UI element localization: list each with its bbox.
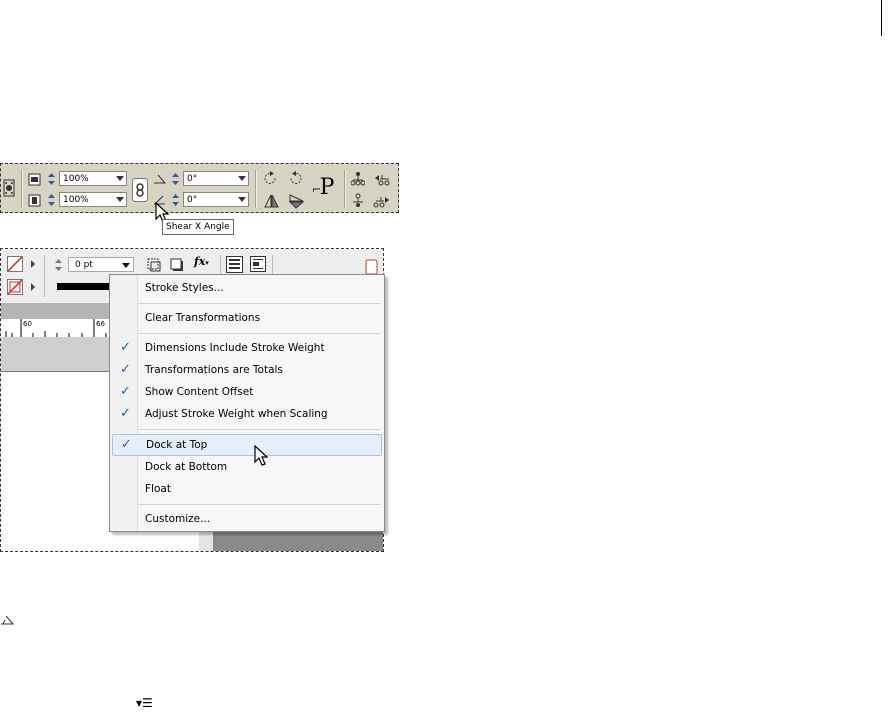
rotate-clockwise-icon[interactable] [263, 171, 278, 186]
shear-angle-stepper[interactable] [171, 193, 180, 207]
menu-item-float[interactable]: Float [110, 479, 384, 499]
checkmark-icon: ✓ [120, 362, 131, 377]
chevron-down-icon[interactable] [114, 193, 126, 206]
menu-item-label: Transformations are Totals [145, 364, 283, 376]
menu-item-label: Dock at Bottom [145, 461, 228, 473]
menu-item-adjust-stroke-weight-when-scaling[interactable]: ✓ Adjust Stroke Weight when Scaling [110, 404, 384, 424]
select-content-icon[interactable] [351, 193, 365, 208]
select-container-icon[interactable] [351, 171, 365, 186]
menu-item-dock-at-bottom[interactable]: Dock at Bottom [110, 457, 384, 477]
select-previous-object-icon[interactable] [373, 171, 391, 186]
text-wrap-icon[interactable] [226, 256, 243, 273]
checkmark-icon: ✓ [120, 340, 131, 355]
toolbar-separator [255, 170, 257, 208]
stroke-arrow-icon[interactable] [30, 283, 36, 291]
constrain-proportions-button[interactable] [132, 178, 148, 202]
paragraph-reference-icon[interactable]: ⌐ P [312, 174, 342, 202]
scale-x-icon [28, 173, 41, 186]
panel-menu-icon: ▾☰ [136, 696, 153, 710]
scale-x-field[interactable]: 100% [59, 171, 127, 186]
pasteboard-bottom [213, 531, 383, 551]
mouse-pointer-icon [254, 445, 269, 466]
flip-vertical-icon[interactable] [288, 193, 305, 209]
rotation-angle-icon [154, 174, 166, 184]
menu-item-dimensions-include-stroke-weight[interactable]: ✓ Dimensions Include Stroke Weight [110, 338, 384, 358]
chevron-down-icon[interactable] [114, 172, 126, 185]
rotation-angle-value: 0° [187, 174, 198, 184]
stroke-weight-field[interactable]: 0 pt [68, 257, 134, 272]
paragraph-icon-letter: P [319, 175, 335, 200]
checkmark-icon: ✓ [121, 437, 132, 452]
menu-item-stroke-styles[interactable]: Stroke Styles... [110, 278, 384, 298]
stroke-weight-value: 0 pt [75, 260, 93, 270]
menu-item-label: Customize... [145, 513, 211, 525]
ruler-label: 60 [23, 320, 32, 328]
menu-item-label: Float [145, 483, 171, 495]
toolbar-separator [344, 170, 346, 208]
scale-x-value: 100% [63, 174, 89, 184]
rotation-angle-field[interactable]: 0° [183, 171, 249, 186]
chevron-down-icon[interactable] [122, 263, 130, 268]
menu-separator [137, 303, 381, 304]
select-next-object-icon[interactable] [373, 193, 391, 208]
stroke-weight-stepper[interactable] [54, 258, 63, 272]
shear-angle-field[interactable]: 0° [183, 192, 249, 207]
menu-separator [137, 333, 381, 334]
scale-y-field[interactable]: 100% [59, 192, 127, 207]
panel-menu-icon[interactable] [358, 257, 378, 275]
text-frame-options-icon[interactable] [250, 256, 266, 272]
drop-shadow-icon[interactable] [170, 258, 184, 272]
rotation-angle-stepper[interactable] [171, 172, 180, 186]
fill-none-swatch-icon[interactable] [7, 256, 23, 272]
chevron-down-icon[interactable] [236, 172, 248, 185]
flip-horizontal-icon[interactable] [263, 193, 280, 209]
chain-link-icon [136, 183, 144, 197]
checkmark-icon: ✓ [120, 406, 131, 421]
menu-item-show-content-offset[interactable]: ✓ Show Content Offset [110, 382, 384, 402]
menu-item-label: Dock at Top [146, 439, 208, 451]
toolbar-separator [21, 170, 23, 208]
tooltip: Shear X Angle [162, 219, 234, 235]
scrollbar-track[interactable] [199, 529, 213, 551]
ruler-label: 66 [96, 320, 105, 328]
stroke-none-swatch-icon[interactable] [7, 279, 23, 295]
page-edge-line [881, 0, 882, 36]
scale-y-value: 100% [63, 195, 89, 205]
drop-shadow-frame-icon[interactable] [147, 258, 161, 272]
menu-item-customize[interactable]: Customize... [110, 509, 384, 529]
menu-separator [137, 429, 381, 430]
shear-angle-icon [1, 615, 14, 625]
reference-point-icon[interactable] [3, 178, 15, 198]
shear-angle-value: 0° [187, 195, 198, 205]
toolbar-separator [220, 255, 221, 275]
menu-item-label: Clear Transformations [145, 312, 261, 324]
scale-x-stepper[interactable] [47, 172, 56, 186]
menu-item-label: Dimensions Include Stroke Weight [145, 342, 325, 354]
control-panel-toolbar: 100% 100% 0° 0° ⌐ P [0, 163, 399, 213]
menu-item-label: Stroke Styles... [145, 282, 224, 294]
toolbar-separator [44, 255, 45, 297]
toolbar-separator [272, 255, 273, 275]
menu-separator [137, 504, 381, 505]
menu-item-label: Adjust Stroke Weight when Scaling [145, 408, 328, 420]
control-panel-menu: Stroke Styles... Clear Transformations ✓… [109, 274, 385, 532]
menu-item-label: Show Content Offset [145, 386, 254, 398]
chevron-down-icon[interactable] [236, 193, 248, 206]
effects-fx-icon[interactable]: fx▾ [194, 255, 209, 268]
menu-item-transformations-are-totals[interactable]: ✓ Transformations are Totals [110, 360, 384, 380]
scale-y-icon [28, 194, 41, 207]
fill-arrow-icon[interactable] [30, 260, 36, 268]
checkmark-icon: ✓ [120, 384, 131, 399]
rotate-counterclockwise-icon[interactable] [288, 171, 303, 186]
menu-item-clear-transformations[interactable]: Clear Transformations [110, 308, 384, 328]
menu-item-dock-at-top[interactable]: ✓ Dock at Top [112, 434, 382, 456]
scale-y-stepper[interactable] [47, 193, 56, 207]
